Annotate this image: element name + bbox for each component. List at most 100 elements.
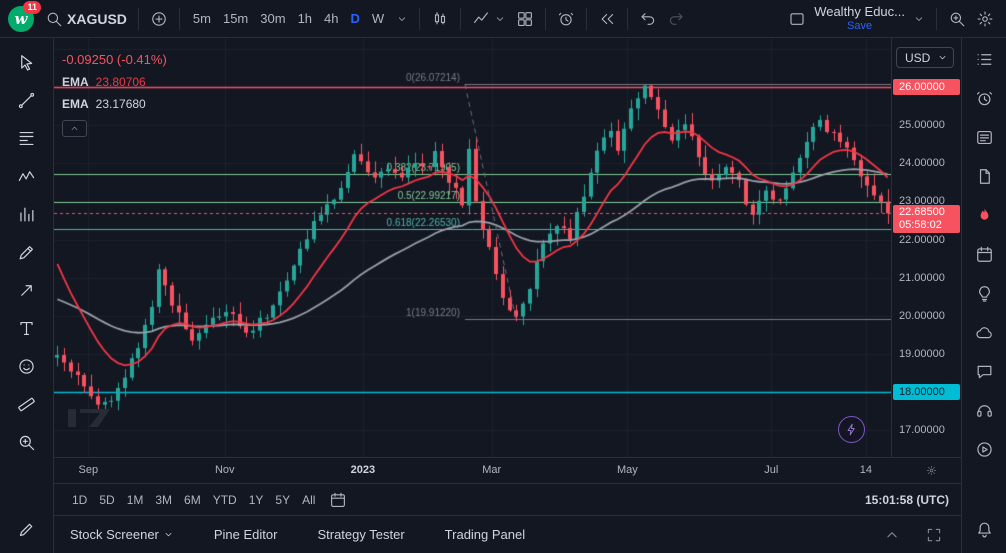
footer-tab-label: Strategy Tester: [317, 527, 404, 542]
forecast-tool-button[interactable]: [15, 203, 38, 226]
layout-dropdown-button[interactable]: [909, 9, 929, 29]
chart-style-button[interactable]: [427, 6, 453, 32]
arrow-marker-tool-button[interactable]: [15, 279, 38, 302]
price-axis[interactable]: USD 26.0000025.0000024.0000023.0000022.0…: [891, 38, 961, 457]
alerts-button[interactable]: [973, 87, 996, 110]
range-1D[interactable]: 1D: [66, 490, 93, 510]
quick-action-button[interactable]: [838, 416, 865, 443]
rewind-icon: [598, 10, 616, 28]
fullscreen-button[interactable]: [921, 522, 947, 548]
layout-name-block[interactable]: Wealthy Educ... Save: [812, 4, 907, 34]
cursor-icon: [17, 53, 36, 72]
measure-tool-button[interactable]: [15, 393, 38, 416]
bar-replay-button[interactable]: [594, 6, 620, 32]
collapse-indicators-button[interactable]: [62, 120, 87, 137]
zoom-tool-button[interactable]: [15, 431, 38, 454]
indicator-row-ema-1[interactable]: EMA 23.80706: [62, 75, 167, 89]
range-YTD[interactable]: YTD: [207, 490, 243, 510]
app-logo[interactable]: w 11: [8, 6, 34, 32]
timeframe-dropdown-button[interactable]: [392, 9, 412, 29]
emoji-tool-button[interactable]: [15, 355, 38, 378]
price-axis-label: 21.00000: [892, 270, 961, 286]
calendar-button[interactable]: [973, 243, 996, 266]
headset-icon: [975, 401, 994, 420]
undo-button[interactable]: [635, 6, 661, 32]
alarm-clock-icon: [557, 10, 575, 28]
range-1Y[interactable]: 1Y: [243, 490, 270, 510]
quick-search-button[interactable]: [944, 6, 970, 32]
timeframe-D[interactable]: D: [345, 7, 366, 30]
timeframe-1h[interactable]: 1h: [292, 7, 318, 30]
footer-tab-strategy-tester[interactable]: Strategy Tester: [315, 523, 406, 546]
fib-retracement-tool-button[interactable]: [15, 127, 38, 150]
create-alert-button[interactable]: [553, 6, 579, 32]
bulb-icon: [975, 284, 994, 303]
go-to-date-button[interactable]: [325, 487, 351, 513]
pattern-tool-button[interactable]: [15, 165, 38, 188]
cloud-icon: [975, 323, 994, 342]
timeframe-30m[interactable]: 30m: [254, 7, 291, 30]
price-axis-label: 19.00000: [892, 346, 961, 362]
layout-templates-button[interactable]: [512, 6, 538, 32]
currency-select[interactable]: USD: [896, 47, 954, 68]
chat-button[interactable]: [973, 360, 996, 383]
layout-select-button[interactable]: [784, 6, 810, 32]
range-3M[interactable]: 3M: [149, 490, 178, 510]
text-tool-button[interactable]: [15, 317, 38, 340]
redo-button[interactable]: [663, 6, 689, 32]
range-6M[interactable]: 6M: [178, 490, 207, 510]
data-window-button[interactable]: [973, 165, 996, 188]
current-price-value: 22.68500: [899, 207, 960, 218]
cursor-tool-button[interactable]: [15, 51, 38, 74]
time-axis[interactable]: SepNov2023MarMayJul14: [54, 457, 961, 483]
support-button[interactable]: [973, 399, 996, 422]
range-5D[interactable]: 5D: [93, 490, 120, 510]
watchlist-button[interactable]: [973, 48, 996, 71]
tradingview-watermark: [67, 405, 113, 433]
chart-settings-button[interactable]: [972, 6, 998, 32]
timeframe-5m[interactable]: 5m: [187, 7, 217, 30]
minds-button[interactable]: [973, 321, 996, 344]
footer-tab-trading-panel[interactable]: Trading Panel: [443, 523, 527, 546]
timeframe-15m[interactable]: 15m: [217, 7, 254, 30]
ruler-icon: [17, 395, 36, 414]
price-axis-label: 22.00000: [892, 232, 961, 248]
toolbar-separator: [460, 8, 461, 30]
range-toolbar: 1D5D1M3M6MYTD1Y5YAll 15:01:58 (UTC): [54, 483, 961, 515]
clock[interactable]: 15:01:58 (UTC): [865, 493, 949, 507]
time-axis-label: Nov: [215, 464, 235, 476]
news-button[interactable]: [973, 126, 996, 149]
currency-value: USD: [905, 51, 930, 65]
tutorials-button[interactable]: [973, 438, 996, 461]
time-axis-label: 14: [860, 464, 872, 476]
notifications-button[interactable]: [973, 518, 996, 541]
pencil-icon: [17, 520, 36, 539]
range-1M[interactable]: 1M: [121, 490, 150, 510]
footer-tab-stock-screener[interactable]: Stock Screener: [68, 523, 176, 546]
brush-tool-button[interactable]: [15, 241, 38, 264]
expand-panel-button[interactable]: [879, 522, 905, 548]
axis-settings-button[interactable]: [922, 461, 941, 480]
fire-icon: [975, 206, 994, 225]
hotlists-button[interactable]: [973, 204, 996, 227]
indicator-row-ema-2[interactable]: EMA 23.17680: [62, 97, 167, 111]
drawings-panel-toggle-button[interactable]: [15, 518, 38, 541]
plus-circle-icon: [150, 10, 168, 28]
chevron-down-icon: [913, 13, 925, 25]
bar-countdown: 05:58:02: [899, 220, 960, 231]
timeframe-W[interactable]: W: [366, 7, 390, 30]
timeframe-4h[interactable]: 4h: [318, 7, 344, 30]
save-layout-link[interactable]: Save: [847, 20, 872, 33]
ideas-button[interactable]: [973, 282, 996, 305]
trendline-tool-button[interactable]: [15, 89, 38, 112]
compare-add-symbol-button[interactable]: [146, 6, 172, 32]
indicators-button[interactable]: [468, 6, 510, 32]
left-toolbar: [0, 38, 54, 553]
footer-tab-pine-editor[interactable]: Pine Editor: [212, 523, 280, 546]
range-5Y[interactable]: 5Y: [269, 490, 296, 510]
chevron-down-icon: [494, 13, 506, 25]
candlestick-canvas[interactable]: [54, 38, 891, 457]
range-All[interactable]: All: [296, 490, 321, 510]
symbol-search-button[interactable]: XAGUSD: [41, 6, 131, 32]
chart-plot: -0.09250 (-0.41%) EMA 23.80706 EMA 23.17…: [54, 38, 891, 457]
